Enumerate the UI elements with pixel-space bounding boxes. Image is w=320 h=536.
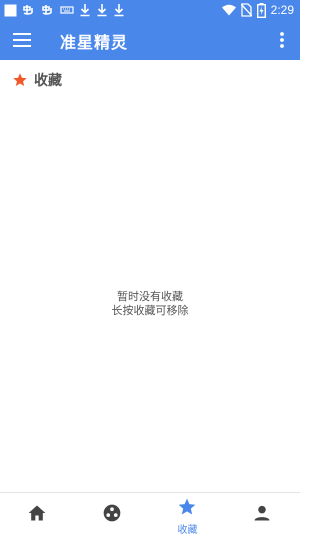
more-options-button[interactable] xyxy=(270,28,294,52)
keyboard-icon xyxy=(60,2,74,18)
empty-state-hint: 长按收藏可移除 xyxy=(111,304,189,317)
section-title: 收藏 xyxy=(34,73,62,89)
nav-favorites-label: 收藏 xyxy=(177,525,198,536)
nav-home[interactable] xyxy=(0,493,75,536)
clock-time: 2:29 xyxy=(270,3,294,17)
battery-charging-icon xyxy=(256,2,266,18)
empty-state: 暂时没有收藏 长按收藏可移除 xyxy=(0,290,300,318)
star-icon xyxy=(13,73,27,86)
download-icon xyxy=(113,2,125,18)
download-icon xyxy=(79,2,91,18)
empty-state-message: 暂时没有收藏 xyxy=(117,290,183,303)
status-bar: 2:29 xyxy=(0,0,300,20)
no-sim-icon xyxy=(240,2,252,18)
app-bar: 准星精灵 xyxy=(0,20,300,60)
nav-crosshair[interactable] xyxy=(75,493,150,536)
person-icon xyxy=(254,505,270,521)
status-bar-notifications xyxy=(4,2,125,18)
app-title: 准星精灵 xyxy=(60,33,129,52)
notification-square-icon xyxy=(4,2,17,18)
star-icon xyxy=(178,498,196,515)
favorites-header: 收藏 xyxy=(12,70,62,90)
hamburger-menu-icon xyxy=(13,33,31,47)
download-icon xyxy=(96,2,108,18)
nav-profile[interactable] xyxy=(225,493,300,536)
crosshair-dots-icon xyxy=(103,504,121,522)
home-icon xyxy=(28,505,46,521)
chat-app-icon xyxy=(41,2,55,18)
wifi-icon xyxy=(221,2,236,18)
bottom-navigation: 收藏 xyxy=(0,492,300,536)
menu-button[interactable] xyxy=(10,28,34,52)
more-vert-icon xyxy=(280,32,284,48)
status-bar-system: 2:29 xyxy=(221,2,294,18)
chat-app-icon xyxy=(22,2,36,18)
nav-favorites[interactable]: 收藏 xyxy=(150,493,225,536)
